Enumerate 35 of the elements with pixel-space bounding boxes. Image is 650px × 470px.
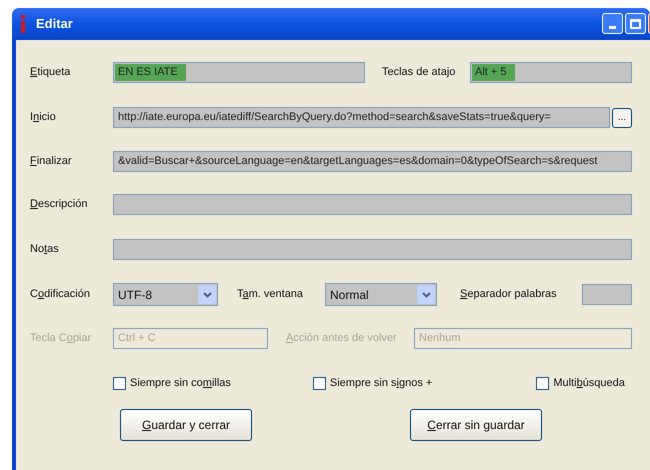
- start-url-field[interactable]: http://iate.europa.eu/iatediff/SearchByQuery.do?method=search&saveStats=true&query=: [113, 107, 610, 128]
- field-label: Teclas de atajo: [382, 65, 456, 80]
- chevron-down-icon: [422, 292, 430, 298]
- chevron-down-icon: [202, 292, 212, 298]
- field-label: Finalizar: [30, 154, 73, 170]
- checkbox[interactable]: [113, 376, 126, 390]
- field-label: Tecla Copiar: [30, 331, 92, 346]
- end-url-field[interactable]: &valid=Buscar+&sourceLanguage=en&targetLanguages=es&domain=0&typeOfSearch=s&request: [113, 151, 632, 172]
- checkbox-label: Siempre sin signos +: [330, 376, 432, 391]
- button[interactable]: Guardar y cerrar: [120, 409, 252, 441]
- shortcut-field[interactable]: Alt + 5: [470, 62, 632, 83]
- dropdown[interactable]: UTF-8: [113, 283, 218, 306]
- dropdown[interactable]: Normal: [325, 283, 437, 306]
- window-title: Editar: [36, 15, 73, 34]
- field-label: Separador palabras: [460, 287, 558, 302]
- field-label: Codificación: [30, 287, 91, 302]
- description-field[interactable]: [113, 194, 632, 215]
- field-label: Inicio: [30, 110, 57, 126]
- checkbox[interactable]: [536, 376, 550, 390]
- separator-field[interactable]: [582, 284, 632, 305]
- button[interactable]: Cerrar sin guardar: [410, 409, 542, 441]
- minimize-button[interactable]: [602, 13, 623, 34]
- browse-button[interactable]: ...: [612, 108, 632, 128]
- field-label: Notas: [30, 242, 60, 258]
- checkbox-label: Siempre sin comillas: [130, 376, 231, 391]
- checkbox-label: Multibúsqueda: [553, 376, 625, 391]
- notes-field[interactable]: [113, 239, 632, 260]
- field-label: Acción antes de volver: [286, 331, 398, 346]
- field-label: Descripción: [30, 197, 88, 212]
- label-field[interactable]: EN ES IATE: [113, 62, 365, 83]
- info-icon: [20, 15, 26, 33]
- maximize-button[interactable]: [625, 13, 646, 34]
- checkbox[interactable]: [312, 376, 326, 390]
- field-label: Tam. ventana: [237, 287, 304, 302]
- field-label: Etiqueta: [30, 65, 72, 80]
